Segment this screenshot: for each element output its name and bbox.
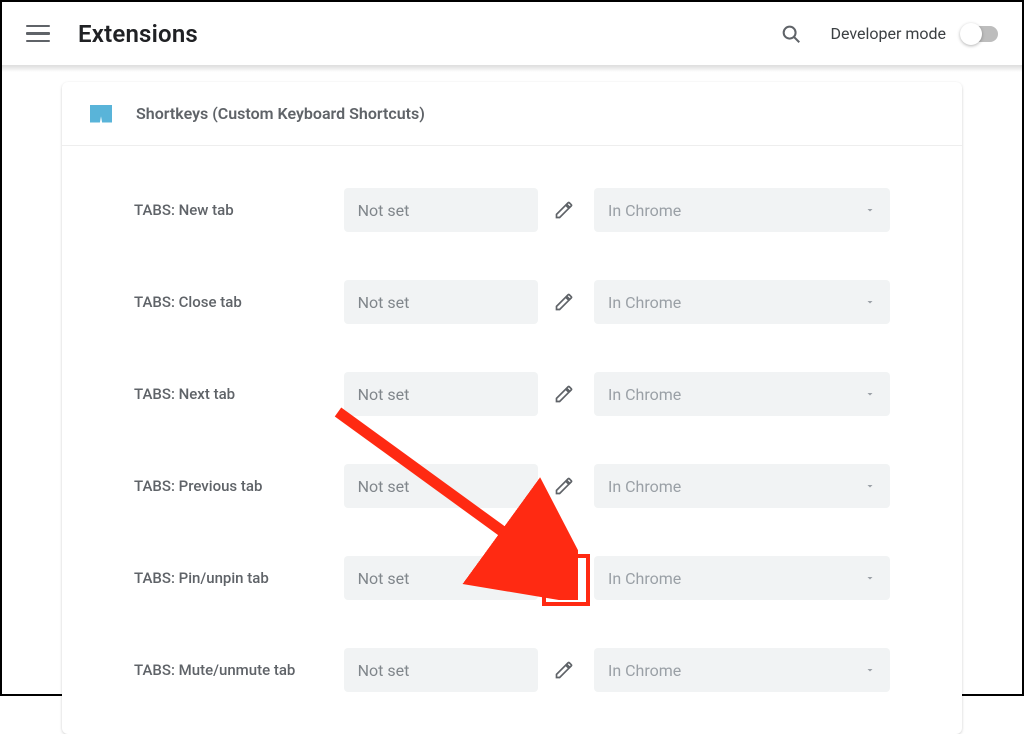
shortcut-input[interactable]: Not set bbox=[344, 372, 538, 416]
command-label: TABS: Pin/unpin tab bbox=[134, 569, 344, 587]
chevron-down-icon bbox=[864, 477, 876, 496]
scope-value: In Chrome bbox=[608, 293, 681, 312]
chevron-down-icon bbox=[864, 293, 876, 312]
chevron-down-icon bbox=[864, 385, 876, 404]
shortcut-row: TABS: New tab Not set In Chrome bbox=[62, 164, 962, 256]
developer-mode-toggle[interactable] bbox=[962, 26, 998, 42]
chevron-down-icon bbox=[864, 569, 876, 588]
shortcut-row: TABS: Next tab Not set In Chrome bbox=[62, 348, 962, 440]
shortcut-input[interactable]: Not set bbox=[344, 280, 538, 324]
shortcut-row: TABS: Close tab Not set In Chrome bbox=[62, 256, 962, 348]
command-label: TABS: Mute/unmute tab bbox=[134, 661, 344, 679]
shortcut-input[interactable]: Not set bbox=[344, 556, 538, 600]
chevron-down-icon bbox=[864, 201, 876, 220]
shortcut-input[interactable]: Not set bbox=[344, 648, 538, 692]
scope-select[interactable]: In Chrome bbox=[594, 648, 890, 692]
shortcut-row: TABS: Pin/unpin tab Not set In Chrome bbox=[62, 532, 962, 624]
extension-icon bbox=[90, 105, 112, 123]
edit-shortcut-button[interactable] bbox=[546, 190, 582, 230]
extension-card: Shortkeys (Custom Keyboard Shortcuts) TA… bbox=[62, 82, 962, 734]
developer-mode-label: Developer mode bbox=[830, 24, 946, 43]
menu-icon[interactable] bbox=[26, 22, 50, 46]
shortcut-row: TABS: Mute/unmute tab Not set In Chrome bbox=[62, 624, 962, 716]
scope-select[interactable]: In Chrome bbox=[594, 372, 890, 416]
scope-value: In Chrome bbox=[608, 569, 681, 588]
extension-header: Shortkeys (Custom Keyboard Shortcuts) bbox=[62, 82, 962, 146]
extension-name: Shortkeys (Custom Keyboard Shortcuts) bbox=[136, 104, 425, 123]
chevron-down-icon bbox=[864, 661, 876, 680]
shortcut-row: TABS: Previous tab Not set In Chrome bbox=[62, 440, 962, 532]
toolbar: Extensions Developer mode bbox=[2, 2, 1022, 66]
scope-value: In Chrome bbox=[608, 661, 681, 680]
scope-select[interactable]: In Chrome bbox=[594, 464, 890, 508]
command-label: TABS: Close tab bbox=[134, 293, 344, 311]
command-label: TABS: Previous tab bbox=[134, 477, 344, 495]
scope-select[interactable]: In Chrome bbox=[594, 556, 890, 600]
page-title: Extensions bbox=[78, 20, 198, 48]
edit-shortcut-button[interactable] bbox=[546, 558, 582, 598]
command-label: TABS: Next tab bbox=[134, 385, 344, 403]
scope-value: In Chrome bbox=[608, 477, 681, 496]
edit-shortcut-button[interactable] bbox=[546, 650, 582, 690]
scope-select[interactable]: In Chrome bbox=[594, 188, 890, 232]
command-label: TABS: New tab bbox=[134, 201, 344, 219]
scope-select[interactable]: In Chrome bbox=[594, 280, 890, 324]
edit-shortcut-button[interactable] bbox=[546, 374, 582, 414]
search-icon[interactable] bbox=[780, 23, 802, 45]
shortcut-input[interactable]: Not set bbox=[344, 464, 538, 508]
shortcut-input[interactable]: Not set bbox=[344, 188, 538, 232]
scope-value: In Chrome bbox=[608, 201, 681, 220]
scope-value: In Chrome bbox=[608, 385, 681, 404]
edit-shortcut-button[interactable] bbox=[546, 466, 582, 506]
edit-shortcut-button[interactable] bbox=[546, 282, 582, 322]
